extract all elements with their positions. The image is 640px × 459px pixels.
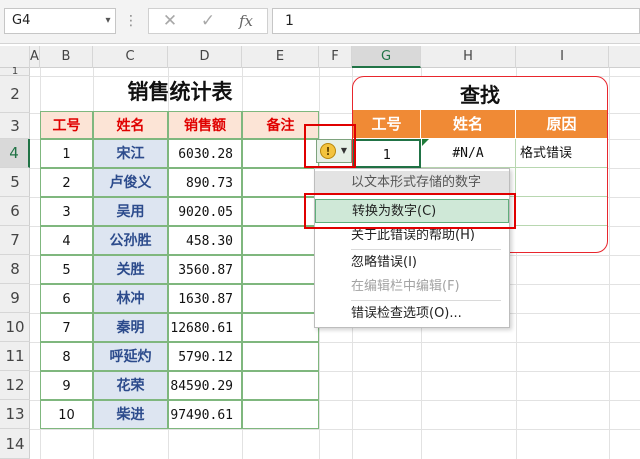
row-header-14[interactable]: 14 [0,429,30,459]
cell-id[interactable]: 7 [40,313,93,342]
menu-item-edit-in-formula-bar: 在编辑栏中编辑(F) [351,279,460,294]
cell-note[interactable] [242,226,319,255]
row-header-1[interactable]: 1 [0,67,30,77]
cell-note[interactable] [242,284,319,313]
header-cell-name[interactable]: 姓名 [93,111,168,139]
cell-name[interactable]: 吴用 [93,197,168,226]
cell-id[interactable]: 5 [40,255,93,284]
cell-note[interactable] [242,400,319,429]
chevron-down-icon[interactable]: ▾ [100,8,116,34]
row-header-8[interactable]: 8 [0,255,30,284]
lookup-cell-name[interactable]: #N/A [421,139,516,168]
header-cell-id[interactable]: 工号 [40,111,93,139]
cell-amount[interactable]: 9020.05 [168,197,242,226]
column-header-i[interactable]: I [516,46,609,68]
lookup-empty-cell[interactable] [516,197,607,226]
cell-note[interactable] [242,342,319,371]
header-cell-amount[interactable]: 销售额 [168,111,242,139]
chevron-down-icon[interactable]: ▼ [339,143,349,159]
cell-amount[interactable]: 84590.29 [168,371,242,400]
cell-id[interactable]: 1 [40,139,93,168]
row-header-5[interactable]: 5 [0,168,30,197]
lookup-header-id[interactable]: 工号 [353,110,421,138]
cell-id[interactable]: 9 [40,371,93,400]
row-header: 1 2 3 4 5 6 7 8 9 10 11 12 13 14 [0,67,30,459]
lookup-cell-id[interactable]: 1 [353,139,421,168]
row-header-6[interactable]: 6 [0,197,30,226]
menu-item-ignore-error[interactable]: 忽略错误(I) [315,251,509,275]
menu-item-error-checking-options[interactable]: 错误检查选项(O)... [315,302,509,326]
convert-highlight [304,193,516,229]
column-header-b[interactable]: B [40,46,93,68]
cell-amount[interactable]: 3560.87 [168,255,242,284]
cell-amount[interactable]: 890.73 [168,168,242,197]
cell-name[interactable]: 关胜 [93,255,168,284]
cell-id[interactable]: 8 [40,342,93,371]
row-header-13[interactable]: 13 [0,400,30,429]
lookup-header-reason[interactable]: 原因 [516,110,607,138]
column-header-h[interactable]: H [421,46,516,68]
cell-amount[interactable]: 12680.61 [168,313,242,342]
select-all-corner[interactable] [0,46,30,68]
column-header-e[interactable]: E [242,46,319,68]
cell-note[interactable] [242,371,319,400]
row-header-2[interactable]: 2 [0,76,30,113]
cell-name[interactable]: 柴进 [93,400,168,429]
cell-amount[interactable]: 97490.61 [168,400,242,429]
row-header-4[interactable]: 4 [0,139,30,168]
error-indicator-triangle [422,139,429,146]
row-header-9[interactable]: 9 [0,284,30,313]
cell-name[interactable]: 宋江 [93,139,168,168]
cell-name[interactable]: 林冲 [93,284,168,313]
lookup-empty-cell[interactable] [516,226,607,255]
cell-note[interactable] [242,313,319,342]
cell-note[interactable] [242,255,319,284]
cell-name[interactable]: 花荣 [93,371,168,400]
menu-separator [351,300,501,301]
row-header-3[interactable]: 3 [0,113,30,139]
cell-amount[interactable]: 458.30 [168,226,242,255]
row-header-12[interactable]: 12 [0,371,30,400]
sales-table-title: 销售统计表 [127,80,233,104]
cell-id[interactable]: 4 [40,226,93,255]
cell-id[interactable]: 10 [40,400,93,429]
menu-header: 以文本形式存储的数字 [315,171,509,195]
lookup-header-name[interactable]: 姓名 [421,110,516,138]
formula-tools: ✕ ✓ fx [148,8,268,34]
cell-amount[interactable]: 5790.12 [168,342,242,371]
cancel-icon[interactable]: ✕ [153,9,187,33]
lookup-empty-cell[interactable] [516,168,607,197]
cell-name[interactable]: 卢俊义 [93,168,168,197]
cell-id[interactable]: 6 [40,284,93,313]
row-header-7[interactable]: 7 [0,226,30,255]
lookup-title: 查找 [460,83,500,107]
more-vertical-icon[interactable]: ⋮ [124,8,138,34]
cell-id[interactable]: 2 [40,168,93,197]
row-header-10[interactable]: 10 [0,313,30,342]
warning-icon[interactable]: ! [320,143,336,159]
cell-name[interactable]: 公孙胜 [93,226,168,255]
cell-name[interactable]: 呼延灼 [93,342,168,371]
cell-amount[interactable]: 6030.28 [168,139,242,168]
column-header: A B C D E F G H I [0,46,640,68]
cell-amount[interactable]: 1630.87 [168,284,242,313]
formula-input[interactable]: 1 [272,8,640,34]
error-options-menu: 以文本形式存储的数字 转换为数字(C) 关于此错误的帮助(H) 忽略错误(I) … [314,168,510,328]
column-header-a[interactable]: A [30,46,40,68]
cell-name[interactable]: 秦明 [93,313,168,342]
lookup-cell-reason[interactable]: 格式错误 [516,139,607,168]
row-header-11[interactable]: 11 [0,342,30,371]
insert-function-icon[interactable]: fx [229,9,263,33]
enter-icon[interactable]: ✓ [191,9,225,33]
column-header-f[interactable]: F [319,46,352,68]
cell-id[interactable]: 3 [40,197,93,226]
column-header-d[interactable]: D [168,46,242,68]
menu-separator [351,249,501,250]
column-header-g[interactable]: G [352,46,421,68]
column-header-c[interactable]: C [93,46,168,68]
